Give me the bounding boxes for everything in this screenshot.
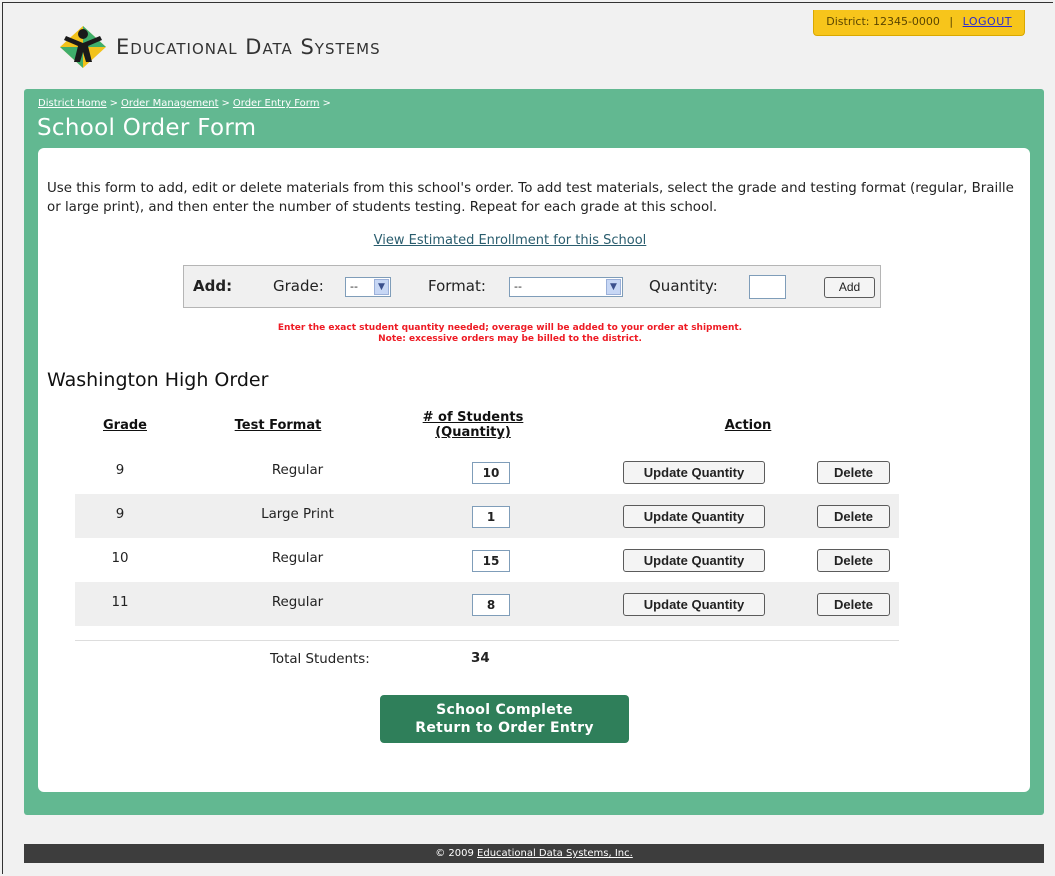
add-button[interactable]: Add — [824, 277, 875, 298]
complete-button-line-2: Return to Order Entry — [415, 720, 594, 736]
separator: | — [949, 15, 954, 28]
view-enrollment-link[interactable]: View Estimated Enrollment for this Schoo… — [374, 233, 647, 248]
delete-button[interactable]: Delete — [817, 549, 890, 572]
grade-select[interactable]: -- ▼ — [345, 277, 391, 297]
row-grade: 10 — [111, 551, 129, 566]
quantity-field[interactable]: 10 — [472, 462, 510, 484]
delete-button[interactable]: Delete — [817, 505, 890, 528]
update-quantity-button[interactable]: Update Quantity — [623, 505, 765, 528]
header-students: # of Students (Quantity) — [408, 410, 538, 440]
update-quantity-button[interactable]: Update Quantity — [623, 593, 765, 616]
page-title: School Order Form — [37, 115, 257, 141]
total-students-label: Total Students: — [270, 652, 370, 667]
content-card: Use this form to add, edit or delete mat… — [38, 148, 1030, 792]
header-grade: Grade — [103, 418, 147, 433]
chevron-down-icon: ▼ — [606, 279, 621, 295]
enrollment-link-wrap: View Estimated Enrollment for this Schoo… — [38, 233, 982, 248]
breadcrumb: District Home > Order Management > Order Ent… — [38, 98, 331, 109]
quantity-field[interactable]: 15 — [472, 550, 510, 572]
delete-button[interactable]: Delete — [817, 461, 890, 484]
update-quantity-button[interactable]: Update Quantity — [623, 461, 765, 484]
complete-button-line-1: School Complete — [436, 702, 573, 718]
table-row: 9 Large Print 1 Update Quantity Delete — [75, 494, 899, 538]
table-row: 10 Regular 15 Update Quantity Delete — [75, 538, 899, 582]
intro-text: Use this form to add, edit or delete mat… — [47, 181, 1014, 215]
format-label: Format: — [428, 277, 486, 295]
breadcrumb-order-entry-form[interactable]: Order Entry Form — [233, 98, 320, 109]
row-format: Large Print — [261, 507, 334, 522]
order-title: Washington High Order — [47, 369, 269, 391]
logout-link[interactable]: LOGOUT — [963, 15, 1012, 28]
chevron-down-icon: ▼ — [374, 279, 389, 295]
table-row: 9 Regular 10 Update Quantity Delete — [75, 450, 899, 494]
logo-text: Educational Data Systems — [116, 35, 381, 59]
divider — [75, 640, 899, 641]
row-grade: 11 — [111, 595, 129, 610]
delete-button[interactable]: Delete — [817, 593, 890, 616]
header-students-line-1: # of Students — [422, 410, 524, 425]
copyright-text: © 2009 — [435, 848, 474, 859]
row-format: Regular — [271, 463, 324, 478]
update-quantity-button[interactable]: Update Quantity — [623, 549, 765, 572]
footer: © 2009 Educational Data Systems, Inc. — [24, 844, 1044, 863]
total-students-value: 34 — [471, 651, 490, 666]
header-students-line-2: (Quantity) — [435, 425, 511, 440]
quantity-field[interactable]: 8 — [472, 594, 510, 616]
warning-line-1: Enter the exact student quantity needed;… — [277, 323, 743, 333]
format-select[interactable]: -- ▼ — [509, 277, 623, 297]
district-tab: District: 12345-0000 | LOGOUT — [813, 10, 1025, 36]
breadcrumb-order-management[interactable]: Order Management — [121, 98, 218, 109]
add-label: Add: — [193, 277, 233, 295]
district-text: District: 12345-0000 — [826, 15, 940, 28]
quantity-field[interactable]: 1 — [472, 506, 510, 528]
format-select-value: -- — [514, 280, 522, 293]
grade-select-value: -- — [350, 280, 358, 293]
quantity-label: Quantity: — [649, 277, 718, 295]
row-format: Regular — [271, 595, 324, 610]
row-format: Regular — [271, 551, 324, 566]
warning-line-2: Note: excessive orders may be billed to … — [378, 334, 642, 344]
grade-label: Grade: — [273, 277, 324, 295]
school-complete-button[interactable]: School Complete Return to Order Entry — [380, 695, 629, 743]
header-action: Action — [724, 418, 772, 433]
add-bar: Add: Grade: -- ▼ Format: -- ▼ Quantity: … — [183, 265, 881, 308]
table-row: 11 Regular 8 Update Quantity Delete — [75, 582, 899, 626]
row-grade: 9 — [115, 507, 125, 522]
row-grade: 9 — [115, 463, 125, 478]
logo[interactable]: Educational Data Systems — [58, 24, 478, 70]
main-panel: District Home > Order Management > Order Ent… — [24, 89, 1044, 815]
header-test-format: Test Format — [234, 418, 322, 433]
breadcrumb-district-home[interactable]: District Home — [38, 98, 107, 109]
quantity-warning: Enter the exact student quantity needed;… — [38, 323, 982, 345]
company-link[interactable]: Educational Data Systems, Inc. — [477, 848, 633, 859]
logo-icon — [60, 26, 106, 68]
quantity-input[interactable] — [749, 275, 786, 299]
